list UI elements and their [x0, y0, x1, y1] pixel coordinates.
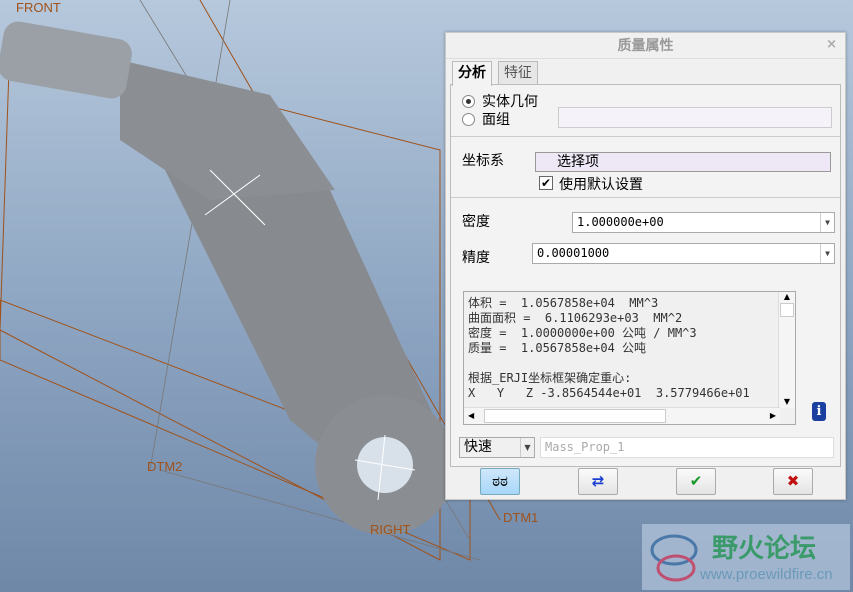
csys-label: 坐标系	[462, 153, 504, 169]
mass-properties-dialog: 质量属性 × 分析 特征 实体几何 面组 坐标系 选择项 ✔ 使用默认设置 密度…	[445, 32, 846, 500]
watermark-url: www.proewildfire.cn	[700, 566, 833, 583]
close-button[interactable]: ×	[826, 37, 837, 52]
glasses-icon: ಠಠ	[492, 472, 508, 490]
check-icon: ✔	[689, 472, 703, 490]
divider	[451, 136, 840, 137]
tab-feature[interactable]: 特征	[498, 61, 538, 85]
quilt-radio[interactable]	[462, 113, 475, 126]
accuracy-value: 0.00001000	[537, 246, 610, 260]
preview-button[interactable]: ಠಠ	[480, 468, 520, 495]
chevron-down-icon[interactable]: ▼	[820, 213, 834, 232]
quilt-label: 面组	[482, 112, 510, 128]
analysis-panel: 实体几何 面组 坐标系 选择项 ✔ 使用默认设置 密度 1.000000e+00…	[450, 84, 841, 467]
horizontal-scrollbar[interactable]: ◀ ▶	[464, 407, 780, 424]
datum-label-dtm1: DTM1	[503, 510, 539, 525]
solid-label: 实体几何	[482, 94, 538, 110]
datum-label-front: FRONT	[16, 0, 61, 15]
mode-value: 快速	[464, 439, 492, 455]
accuracy-input[interactable]: 0.00001000 ▼	[532, 243, 835, 264]
x-icon: ✖	[786, 472, 800, 490]
default-label: 使用默认设置	[559, 177, 643, 193]
refresh-icon: ⇄	[591, 472, 605, 490]
feature-name-input[interactable]: Mass_Prop_1	[540, 437, 834, 458]
density-value: 1.000000e+00	[577, 215, 664, 229]
accuracy-label: 精度	[462, 250, 490, 266]
divider	[451, 197, 840, 198]
density-label: 密度	[462, 214, 490, 230]
results-text: 体积 = 1.0567858e+04 MM^3 曲面面积 = 6.1106293…	[468, 296, 750, 400]
repeat-button[interactable]: ⇄	[578, 468, 618, 495]
info-icon[interactable]: i	[812, 402, 826, 421]
watermark-logo-icon	[650, 534, 698, 582]
dialog-title: 质量属性	[446, 33, 845, 59]
mode-select[interactable]: 快速 ▼	[459, 437, 535, 458]
solid-radio[interactable]	[462, 95, 475, 108]
density-input[interactable]: 1.000000e+00 ▼	[572, 212, 835, 233]
results-output[interactable]: 体积 = 1.0567858e+04 MM^3 曲面面积 = 6.1106293…	[463, 291, 796, 425]
csys-selector[interactable]: 选择项	[535, 152, 831, 172]
datum-label-right: RIGHT	[370, 522, 411, 537]
quilt-selector[interactable]	[558, 107, 832, 128]
tab-analysis[interactable]: 分析	[452, 61, 492, 86]
default-checkbox[interactable]: ✔	[539, 176, 553, 190]
vertical-scrollbar[interactable]: ▲ ▼	[778, 292, 795, 408]
watermark-title: 野火论坛	[712, 534, 817, 564]
ok-button[interactable]: ✔	[676, 468, 716, 495]
chevron-down-icon[interactable]: ▼	[520, 438, 534, 457]
datum-label-dtm2: DTM2	[147, 459, 183, 474]
chevron-down-icon[interactable]: ▼	[820, 244, 834, 263]
watermark: 野火论坛 www.proewildfire.cn	[642, 524, 850, 590]
cancel-button[interactable]: ✖	[773, 468, 813, 495]
